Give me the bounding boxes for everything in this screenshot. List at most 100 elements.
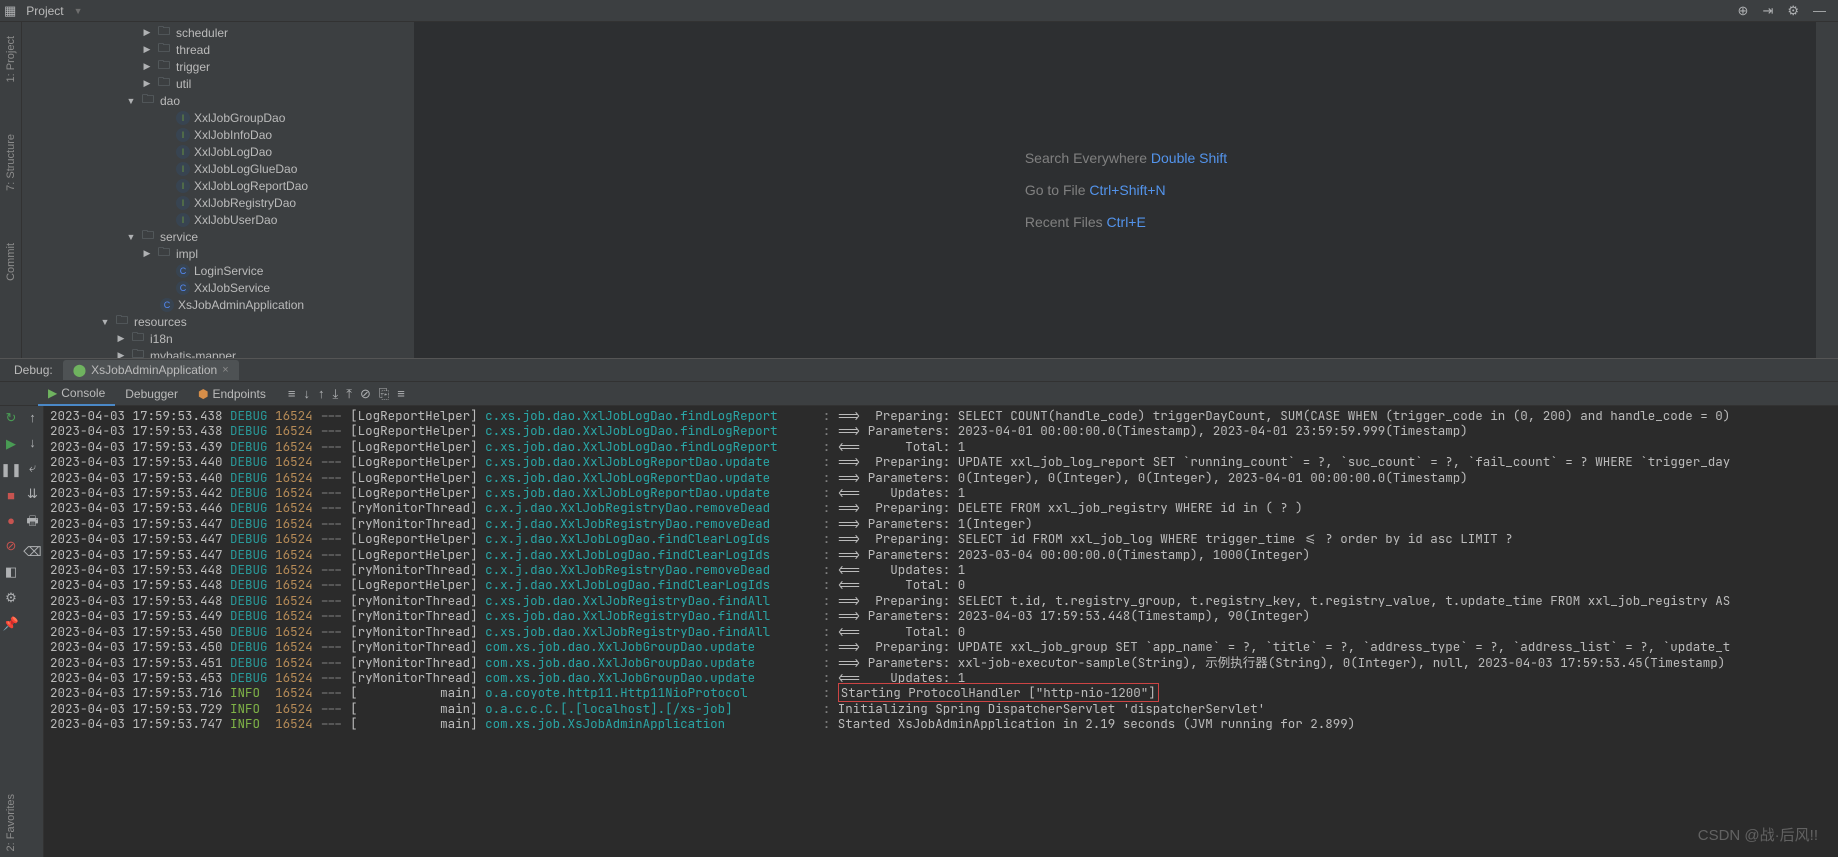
- interface-icon: I: [176, 111, 190, 125]
- tree-item[interactable]: ▶🗀i18n: [22, 330, 414, 347]
- chevron-right-icon[interactable]: ▶: [142, 248, 152, 259]
- breakpoints-icon[interactable]: ●: [7, 513, 15, 528]
- chevron-right-icon[interactable]: ▶: [116, 333, 126, 344]
- hide-icon[interactable]: —: [1813, 3, 1826, 18]
- chevron-right-icon[interactable]: ▶: [116, 350, 126, 358]
- tree-item[interactable]: ▶🗀util: [22, 75, 414, 92]
- tree-item[interactable]: IXxlJobLogGlueDao: [22, 160, 414, 177]
- tree-item[interactable]: ▶ 🗀 mybatis-mapper: [22, 347, 414, 358]
- folder-icon: 🗀: [114, 311, 130, 332]
- settings-icon[interactable]: ⚙: [5, 590, 17, 606]
- tree-item-label: trigger: [176, 60, 210, 74]
- up-icon[interactable]: ↑: [29, 410, 36, 425]
- down-icon[interactable]: ↓: [29, 435, 36, 450]
- tree-item[interactable]: ▶🗀trigger: [22, 58, 414, 75]
- project-tree[interactable]: ▶🗀scheduler▶🗀thread▶🗀trigger▶🗀util▼🗀daoI…: [22, 22, 414, 358]
- toolbar-icon[interactable]: ↑: [318, 386, 325, 402]
- tree-item[interactable]: CXsJobAdminApplication: [22, 296, 414, 313]
- dropdown-icon[interactable]: ▼: [74, 6, 83, 16]
- print-icon[interactable]: 🖶: [26, 512, 38, 534]
- chevron-down-icon[interactable]: ▼: [126, 96, 136, 106]
- right-tool-stripe: [1816, 22, 1838, 358]
- class-icon: C: [176, 264, 190, 278]
- pause-icon[interactable]: ❚❚: [0, 462, 22, 478]
- pin-icon[interactable]: 📌: [3, 616, 19, 632]
- scroll-icon[interactable]: ⇊: [27, 486, 38, 502]
- tree-item[interactable]: CLoginService: [22, 262, 414, 279]
- log-line: 2023-04-03 17:59:53.447 DEBUG 16524 --- …: [50, 516, 1838, 531]
- tree-item-label: impl: [176, 247, 198, 261]
- tree-item-label: XxlJobLogReportDao: [194, 179, 308, 193]
- log-line: 2023-04-03 17:59:53.729 INFO 16524 --- […: [50, 701, 1838, 716]
- tree-item[interactable]: ▼🗀service: [22, 228, 414, 245]
- folder-icon: 🗀: [130, 345, 146, 358]
- watermark: CSDN @战·后风!!: [1698, 824, 1818, 845]
- mute-bp-icon[interactable]: ⊘: [6, 538, 17, 554]
- toolbar-icon[interactable]: ≡: [288, 386, 296, 402]
- chevron-right-icon[interactable]: ▶: [142, 27, 152, 38]
- camera-icon[interactable]: ◧: [5, 564, 17, 580]
- wrap-icon[interactable]: ⤶: [29, 460, 36, 476]
- tab-debugger[interactable]: Debugger: [115, 383, 188, 405]
- collapse-icon[interactable]: ⇥: [1762, 3, 1773, 19]
- close-icon[interactable]: ×: [222, 364, 228, 376]
- debug-label: Debug:: [14, 363, 53, 377]
- toolbar-icon[interactable]: ⎘: [379, 386, 389, 402]
- tree-item[interactable]: IXxlJobRegistryDao: [22, 194, 414, 211]
- tree-item[interactable]: ▶🗀impl: [22, 245, 414, 262]
- toolbar-icon[interactable]: ↓: [303, 386, 310, 402]
- tree-item[interactable]: IXxlJobLogDao: [22, 143, 414, 160]
- clear-icon[interactable]: ⌫: [23, 544, 41, 560]
- endpoints-icon: ⬢: [198, 387, 208, 401]
- vtab-favorites[interactable]: 2: Favorites: [5, 788, 17, 857]
- tree-item[interactable]: IXxlJobGroupDao: [22, 109, 414, 126]
- stop-icon[interactable]: ■: [7, 488, 15, 503]
- interface-icon: I: [176, 196, 190, 210]
- project-title[interactable]: Project: [20, 4, 69, 18]
- tree-item[interactable]: IXxlJobUserDao: [22, 211, 414, 228]
- locate-icon[interactable]: ⊕: [1738, 3, 1749, 19]
- vtab-commit[interactable]: Commit: [5, 237, 17, 287]
- resume-icon[interactable]: ▶: [6, 436, 16, 452]
- console-output[interactable]: 2023-04-03 17:59:53.438 DEBUG 16524 --- …: [44, 406, 1838, 857]
- gear-icon[interactable]: ⚙: [1787, 3, 1799, 19]
- tree-item[interactable]: IXxlJobLogReportDao: [22, 177, 414, 194]
- tab-endpoints[interactable]: ⬢ Endpoints: [188, 383, 276, 405]
- chevron-right-icon[interactable]: ▶: [142, 61, 152, 72]
- class-icon: C: [160, 298, 174, 312]
- chevron-down-icon[interactable]: ▼: [126, 232, 136, 242]
- debug-config-tab[interactable]: ⬤ XsJobAdminApplication ×: [63, 360, 239, 380]
- chevron-right-icon[interactable]: ▶: [142, 78, 152, 89]
- tree-item-label: mybatis-mapper: [150, 349, 236, 359]
- hint-label: Go to File: [1025, 182, 1090, 198]
- tree-item[interactable]: ▶🗀thread: [22, 41, 414, 58]
- tree-item-label: XxlJobLogDao: [194, 145, 272, 159]
- log-line: 2023-04-03 17:59:53.442 DEBUG 16524 --- …: [50, 485, 1838, 500]
- toolbar-icon[interactable]: ⤓: [332, 386, 338, 402]
- log-line: 2023-04-03 17:59:53.446 DEBUG 16524 --- …: [50, 500, 1838, 515]
- tree-item[interactable]: ▼🗀resources: [22, 313, 414, 330]
- tree-item-label: XxlJobLogGlueDao: [194, 162, 297, 176]
- vtab-project[interactable]: 1: Project: [5, 30, 17, 88]
- tab-console[interactable]: ▶ Console: [38, 382, 115, 406]
- tree-item[interactable]: IXxlJobInfoDao: [22, 126, 414, 143]
- toolbar-icon[interactable]: ⊘: [360, 386, 371, 402]
- tree-item[interactable]: ▼🗀dao: [22, 92, 414, 109]
- hint-label: Recent Files: [1025, 214, 1107, 230]
- log-line: 2023-04-03 17:59:53.438 DEBUG 16524 --- …: [50, 408, 1838, 423]
- editor-hint: Go to File Ctrl+Shift+N: [1025, 182, 1227, 198]
- toolbar-icon[interactable]: ≡: [397, 386, 405, 402]
- chevron-right-icon[interactable]: ▶: [142, 44, 152, 55]
- toolbar-icon[interactable]: ⤒: [346, 386, 352, 402]
- hint-shortcut: Double Shift: [1151, 150, 1227, 166]
- tree-item[interactable]: CXxlJobService: [22, 279, 414, 296]
- tree-item-label: util: [176, 77, 191, 91]
- folder-icon: 🗀: [140, 90, 156, 111]
- editor-empty-state: Search Everywhere Double ShiftGo to File…: [414, 22, 1838, 358]
- chevron-down-icon[interactable]: ▼: [100, 317, 110, 327]
- rerun-icon[interactable]: ↻: [6, 410, 17, 426]
- log-line: 2023-04-03 17:59:53.439 DEBUG 16524 --- …: [50, 439, 1838, 454]
- tree-item[interactable]: ▶🗀scheduler: [22, 24, 414, 41]
- vtab-structure[interactable]: 7: Structure: [5, 128, 17, 197]
- log-line: 2023-04-03 17:59:53.448 DEBUG 16524 --- …: [50, 593, 1838, 608]
